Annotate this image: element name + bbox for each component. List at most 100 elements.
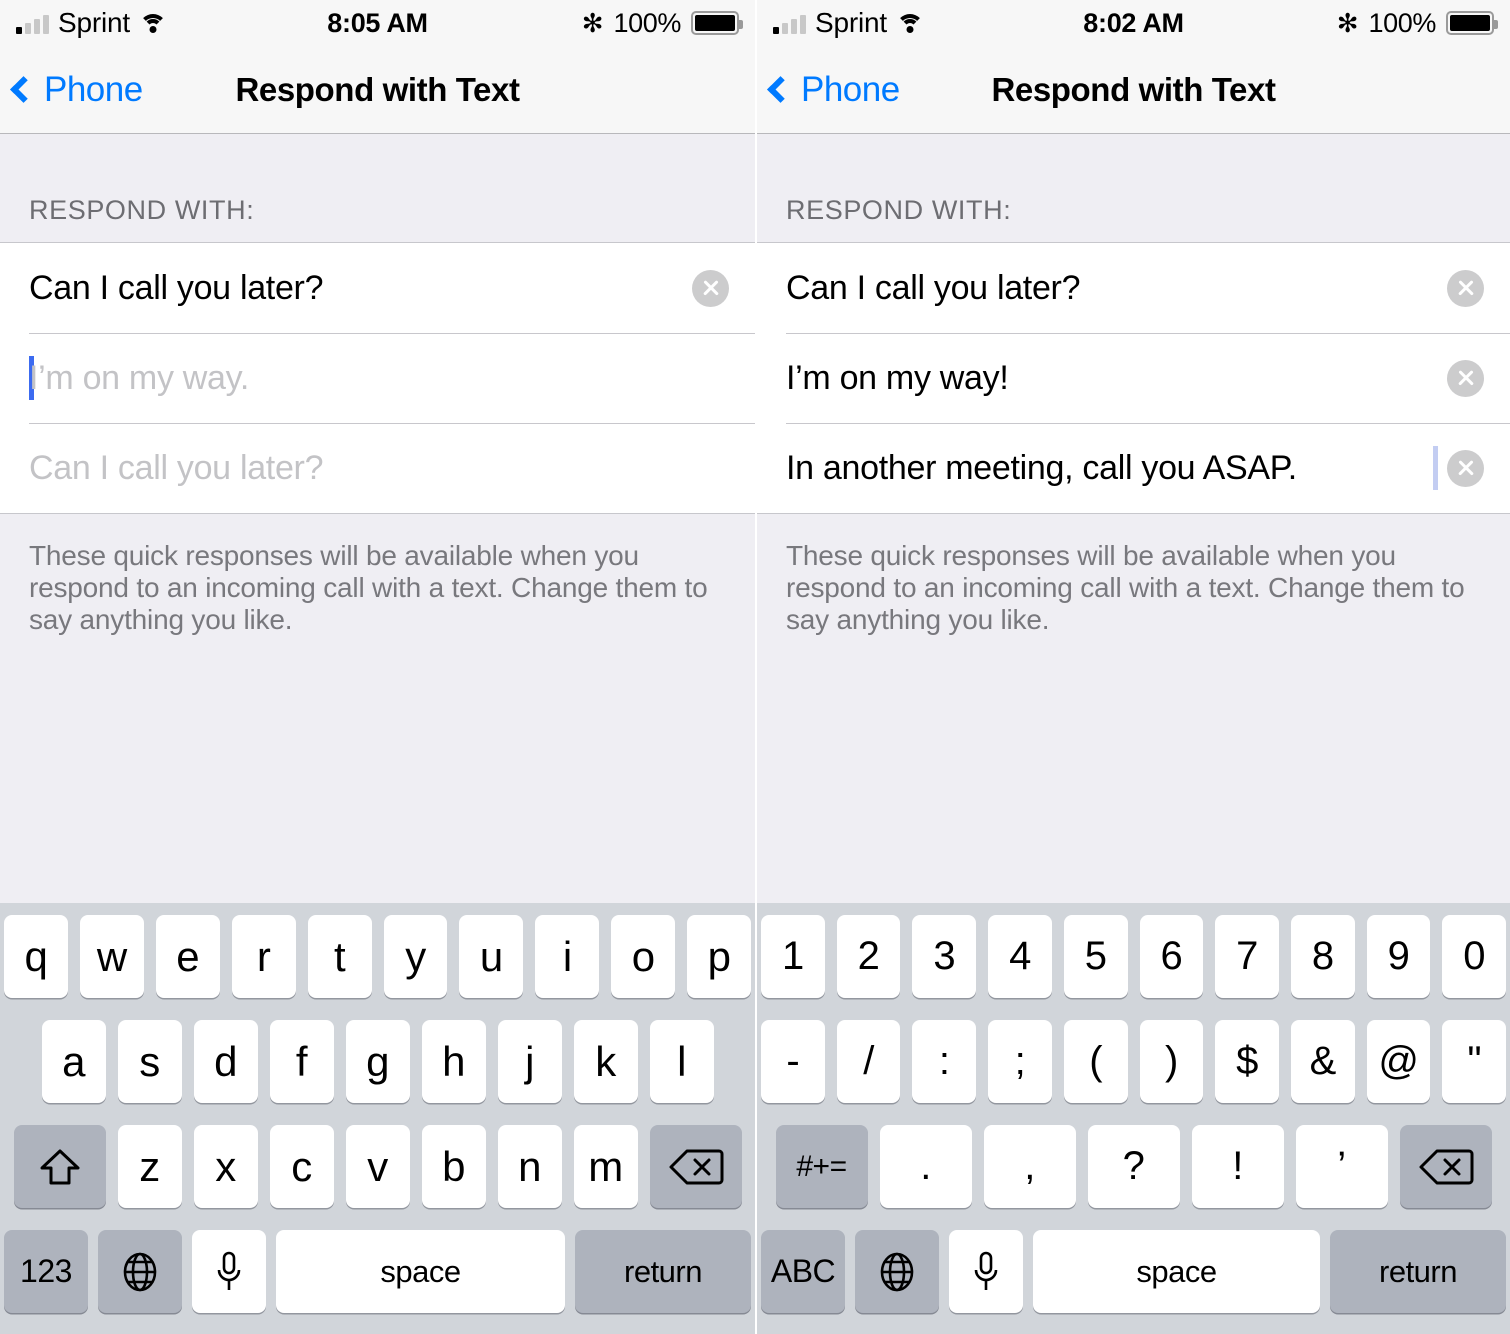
settings-content: RESPOND WITH: Can I call you later? I’m … <box>757 134 1510 903</box>
response-text-2[interactable]: I’m on my way. <box>29 359 729 398</box>
key-t[interactable]: t <box>307 915 372 998</box>
response-text-1[interactable]: Can I call you later? <box>786 269 1433 308</box>
key-colon[interactable]: : <box>912 1020 977 1103</box>
key-e[interactable]: e <box>155 915 220 998</box>
key-5[interactable]: 5 <box>1063 915 1128 998</box>
response-text-1[interactable]: Can I call you later? <box>29 269 678 308</box>
key-f[interactable]: f <box>269 1020 334 1103</box>
key-period[interactable]: . <box>879 1125 972 1208</box>
key-c[interactable]: c <box>269 1125 334 1208</box>
key-k[interactable]: k <box>573 1020 638 1103</box>
dictation-key[interactable] <box>949 1230 1023 1313</box>
onscreen-keyboard-numbers: 1 2 3 4 5 6 7 8 9 0 - / : ; ( ) $ & @ " … <box>757 903 1510 1334</box>
key-z[interactable]: z <box>117 1125 182 1208</box>
key-1[interactable]: 1 <box>760 915 825 998</box>
status-bar: Sprint 8:02 AM ✻ 100% <box>757 0 1510 46</box>
clear-text-icon[interactable] <box>692 269 729 307</box>
text-cursor <box>1433 446 1438 490</box>
section-header: RESPOND WITH: <box>757 134 1510 242</box>
key-2[interactable]: 2 <box>836 915 901 998</box>
response-row-1[interactable]: Can I call you later? <box>0 243 755 333</box>
keyboard-row-4: 123 space return <box>4 1230 751 1313</box>
response-list: Can I call you later? I’m on my way! In … <box>757 242 1510 514</box>
key-hyphen[interactable]: - <box>760 1020 825 1103</box>
status-bar: Sprint 8:05 AM ✻ 100% <box>0 0 755 46</box>
globe-key[interactable] <box>855 1230 939 1313</box>
key-s[interactable]: s <box>117 1020 182 1103</box>
key-8[interactable]: 8 <box>1290 915 1355 998</box>
space-key[interactable]: space <box>1033 1230 1320 1313</box>
numeric-mode-key[interactable]: 123 <box>4 1230 88 1313</box>
key-0[interactable]: 0 <box>1442 915 1507 998</box>
key-m[interactable]: m <box>573 1125 638 1208</box>
key-g[interactable]: g <box>345 1020 410 1103</box>
response-row-2[interactable]: I’m on my way! <box>757 333 1510 423</box>
key-d[interactable]: d <box>193 1020 258 1103</box>
section-header: RESPOND WITH: <box>0 134 755 242</box>
key-l[interactable]: l <box>649 1020 714 1103</box>
navigation-bar: Phone Respond with Text <box>757 46 1510 134</box>
response-text-2[interactable]: I’m on my way! <box>786 359 1433 398</box>
key-semicolon[interactable]: ; <box>988 1020 1052 1103</box>
shift-key[interactable] <box>13 1125 106 1208</box>
response-text-3[interactable]: Can I call you later? <box>29 449 729 488</box>
return-key[interactable]: return <box>1330 1230 1506 1313</box>
key-x[interactable]: x <box>193 1125 258 1208</box>
response-row-1[interactable]: Can I call you later? <box>757 243 1510 333</box>
return-key[interactable]: return <box>575 1230 751 1313</box>
key-exclamation[interactable]: ! <box>1191 1125 1284 1208</box>
response-row-3[interactable]: Can I call you later? <box>0 423 755 513</box>
globe-icon <box>123 1252 157 1291</box>
key-3[interactable]: 3 <box>912 915 977 998</box>
key-a[interactable]: a <box>41 1020 106 1103</box>
keyboard-row-1: 1 2 3 4 5 6 7 8 9 0 <box>760 915 1507 998</box>
key-u[interactable]: u <box>459 915 524 998</box>
delete-key[interactable] <box>649 1125 742 1208</box>
key-at[interactable]: @ <box>1366 1020 1431 1103</box>
clear-text-icon[interactable] <box>1447 269 1484 307</box>
key-p[interactable]: p <box>687 915 752 998</box>
clear-text-icon[interactable] <box>1447 449 1484 487</box>
section-header-label: RESPOND WITH: <box>786 195 1012 225</box>
clear-text-icon[interactable] <box>1447 359 1484 397</box>
key-quote[interactable]: " <box>1442 1020 1507 1103</box>
key-y[interactable]: y <box>383 915 448 998</box>
key-paren-open[interactable]: ( <box>1063 1020 1128 1103</box>
key-o[interactable]: o <box>611 915 676 998</box>
key-i[interactable]: i <box>535 915 600 998</box>
alpha-mode-key[interactable]: ABC <box>761 1230 845 1313</box>
key-ampersand[interactable]: & <box>1290 1020 1355 1103</box>
response-text-3[interactable]: In another meeting, call you ASAP. <box>786 449 1433 488</box>
key-j[interactable]: j <box>497 1020 562 1103</box>
globe-icon <box>880 1252 914 1291</box>
key-dollar[interactable]: $ <box>1215 1020 1279 1103</box>
key-h[interactable]: h <box>421 1020 486 1103</box>
key-slash[interactable]: / <box>836 1020 901 1103</box>
key-9[interactable]: 9 <box>1366 915 1431 998</box>
dictation-key[interactable] <box>192 1230 266 1313</box>
footnote-text: These quick responses will be available … <box>786 540 1465 635</box>
key-comma[interactable]: , <box>983 1125 1076 1208</box>
key-b[interactable]: b <box>421 1125 486 1208</box>
delete-key[interactable] <box>1399 1125 1492 1208</box>
response-row-3[interactable]: In another meeting, call you ASAP. <box>757 423 1510 513</box>
key-6[interactable]: 6 <box>1139 915 1204 998</box>
key-w[interactable]: w <box>79 915 144 998</box>
key-r[interactable]: r <box>231 915 296 998</box>
back-button[interactable]: Phone <box>757 70 900 110</box>
response-row-2[interactable]: I’m on my way. <box>0 333 755 423</box>
key-4[interactable]: 4 <box>988 915 1052 998</box>
symbols-mode-key[interactable]: #+= <box>775 1125 868 1208</box>
key-7[interactable]: 7 <box>1215 915 1279 998</box>
key-apostrophe[interactable]: ’ <box>1295 1125 1388 1208</box>
back-button[interactable]: Phone <box>0 70 143 110</box>
battery-icon <box>691 11 743 35</box>
key-paren-close[interactable]: ) <box>1139 1020 1204 1103</box>
key-v[interactable]: v <box>345 1125 410 1208</box>
keyboard-row-3: #+= . , ? ! ’ <box>761 1125 1506 1208</box>
space-key[interactable]: space <box>276 1230 565 1313</box>
globe-key[interactable] <box>98 1230 182 1313</box>
key-n[interactable]: n <box>497 1125 562 1208</box>
key-question[interactable]: ? <box>1087 1125 1180 1208</box>
key-q[interactable]: q <box>3 915 68 998</box>
